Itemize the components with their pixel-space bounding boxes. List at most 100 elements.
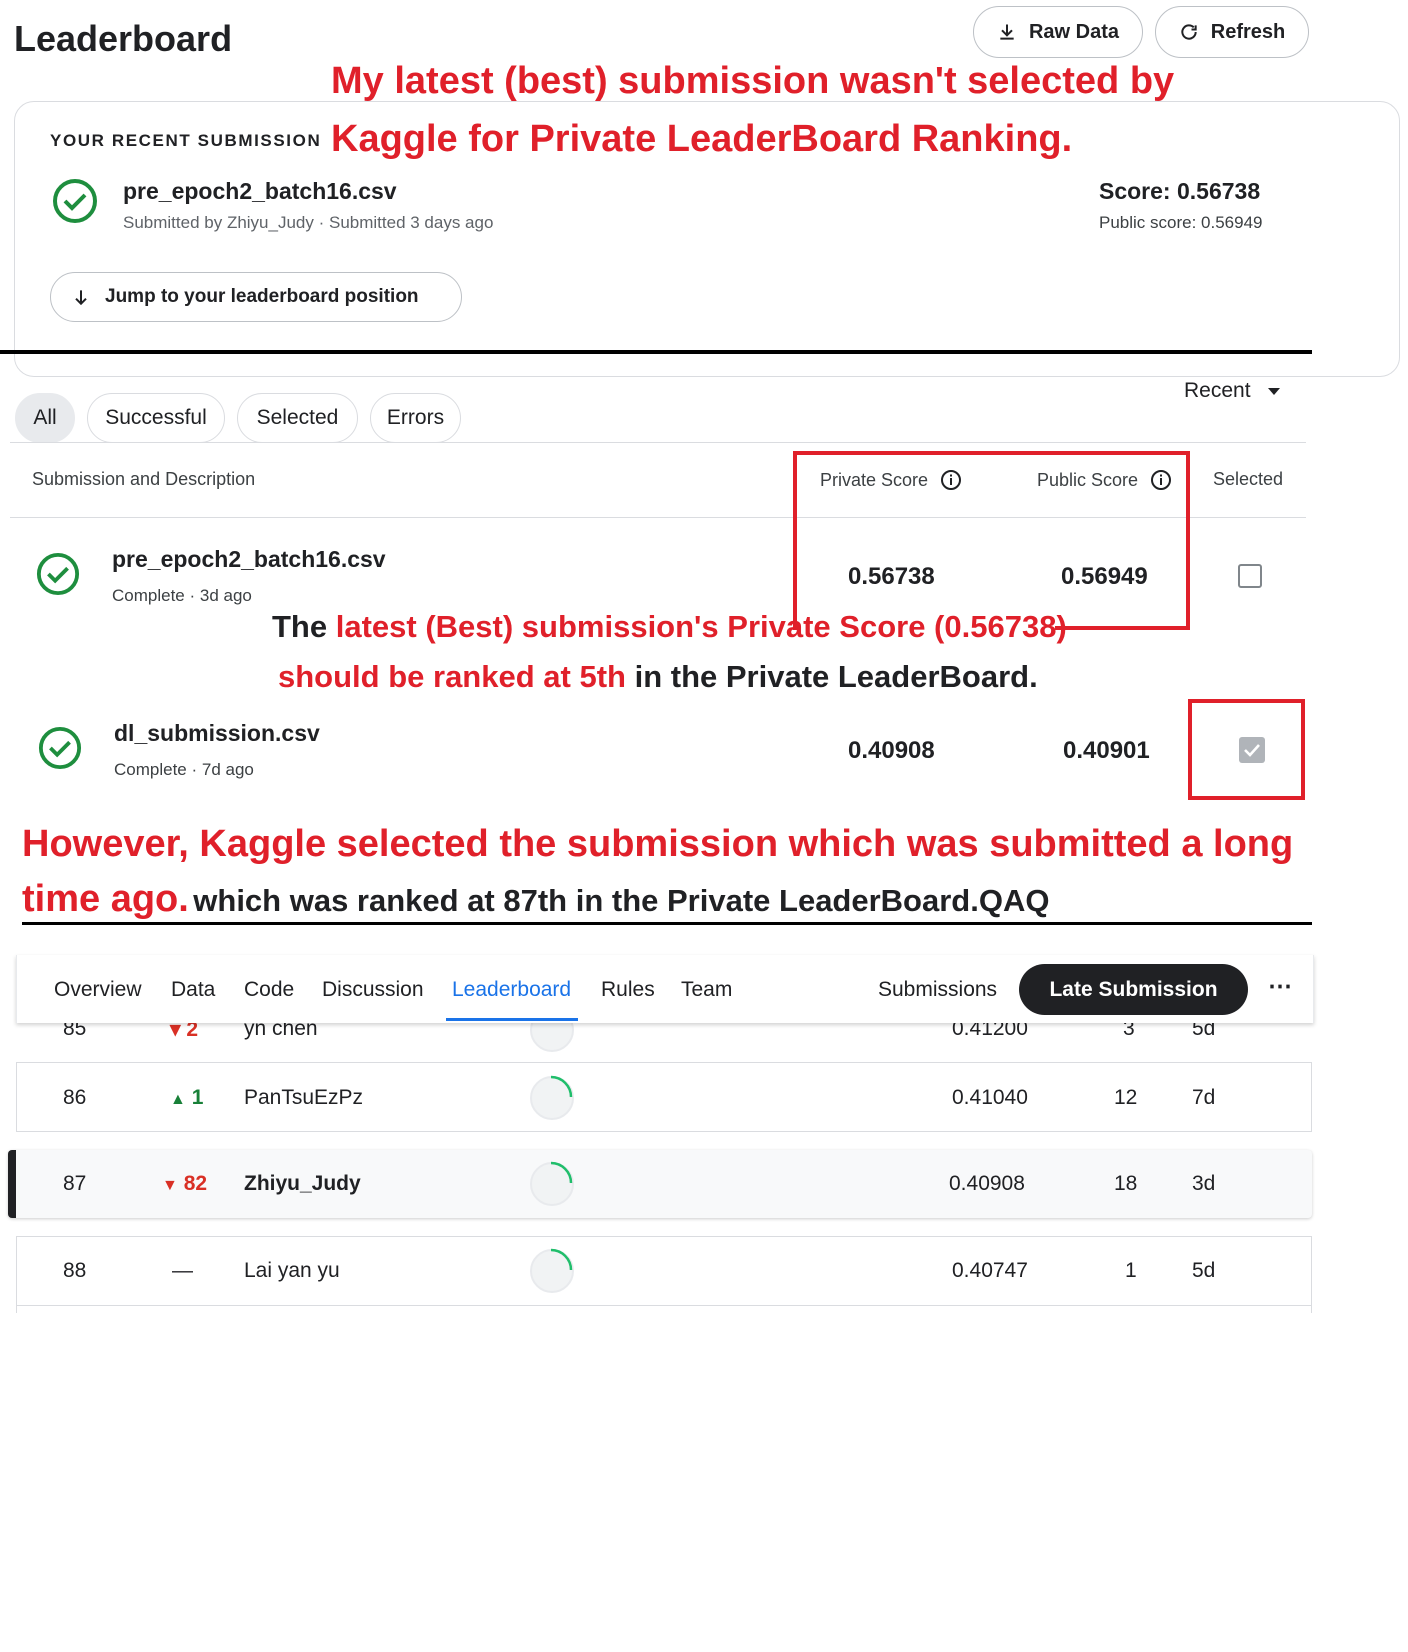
annotation-mid-line1-black: The: [272, 609, 328, 644]
submissions-link[interactable]: Submissions: [878, 978, 997, 1002]
avatar[interactable]: [530, 1161, 574, 1206]
annotation-bottom-line2: time ago. which was ranked at 87th in th…: [22, 878, 1049, 921]
avatar[interactable]: [530, 1075, 574, 1120]
divider-black: [0, 350, 1312, 354]
refresh-button[interactable]: Refresh: [1155, 6, 1309, 58]
recent-filename: pre_epoch2_batch16.csv: [123, 178, 397, 204]
lb-score: 0.41040: [952, 1086, 1028, 1109]
tab-rules[interactable]: Rules: [601, 978, 655, 1002]
chip-all[interactable]: All: [15, 393, 75, 443]
entries: 1: [1125, 1259, 1137, 1282]
table-top-divider: [10, 442, 1306, 443]
raw-data-button[interactable]: Raw Data: [973, 6, 1143, 58]
progress-ring-icon: [550, 1161, 573, 1184]
col-header-submission-label: Submission and Description: [32, 469, 256, 489]
recent-submitted-meta: Submitted by Zhiyu_Judy · Submitted 3 da…: [123, 213, 494, 232]
check-circle-icon: [38, 726, 82, 770]
arrow-down-icon: [75, 290, 87, 306]
annotation-mid-line2-black: in the Private LeaderBoard.: [634, 659, 1038, 694]
annotation-bottom-line2-black: which was ranked at 87th in the Private …: [193, 883, 1050, 918]
annotation-box-scores: [793, 451, 1190, 630]
submission-meta: Complete · 7d ago: [114, 760, 254, 779]
rank: 87: [63, 1172, 87, 1195]
progress-ring-icon: [550, 1075, 573, 1098]
team-name[interactable]: PanTsuEzPz: [244, 1086, 363, 1110]
submission-meta: Complete · 3d ago: [112, 586, 252, 605]
team-name[interactable]: Lai yan yu: [244, 1259, 340, 1283]
last-submitted: 3d: [1192, 1172, 1216, 1195]
rank-change-value: 1: [191, 1086, 204, 1109]
row-divider: [16, 1131, 1312, 1132]
more-icon[interactable]: ⋯: [1268, 972, 1292, 1001]
entries: 18: [1114, 1172, 1138, 1195]
divider-black: [22, 922, 1312, 925]
download-icon: [1000, 24, 1014, 40]
check-circle-icon: [53, 179, 97, 223]
chip-selected[interactable]: Selected: [237, 393, 358, 443]
annotation-top-line1: My latest (best) submission wasn't selec…: [331, 60, 1175, 102]
sort-label: Recent: [1184, 379, 1251, 402]
annotation-box-scores-bottom: [1055, 626, 1190, 630]
chip-successful[interactable]: Successful: [87, 393, 225, 443]
chip-errors[interactable]: Errors: [370, 393, 461, 443]
rank: 86: [63, 1086, 87, 1109]
refresh-icon: [1181, 24, 1197, 40]
last-submitted: 5d: [1192, 1259, 1216, 1282]
public-score: 0.40901: [1063, 737, 1150, 764]
row-divider: [16, 1305, 1312, 1306]
tab-leaderboard[interactable]: Leaderboard: [452, 978, 571, 1002]
annotation-mid-line1: The latest (Best) submission's Private S…: [272, 609, 1067, 645]
sort-dropdown[interactable]: Recent: [1184, 379, 1281, 403]
team-name[interactable]: Zhiyu_Judy: [244, 1172, 361, 1196]
recent-score: Score: 0.56738: [1099, 178, 1261, 204]
table-left-border: [16, 1237, 17, 1313]
entries: 12: [1114, 1086, 1138, 1109]
triangle-down-icon: ▼: [162, 1177, 178, 1194]
tab-active-indicator: [446, 1018, 578, 1021]
col-header-selected: Selected: [1213, 469, 1284, 489]
tab-data[interactable]: Data: [171, 978, 215, 1002]
annotation-box-selected: [1188, 699, 1305, 800]
recent-public-score: Public score: 0.56949: [1099, 213, 1263, 232]
annotation-mid-line1-red: latest (Best) submission's Private Score…: [335, 609, 1067, 644]
annotation-mid-line2-red: should be ranked at 5th: [278, 659, 626, 694]
refresh-label: Refresh: [1210, 20, 1286, 43]
submission-name[interactable]: pre_epoch2_batch16.csv: [112, 546, 386, 573]
late-submission-button[interactable]: Late Submission: [1019, 964, 1248, 1015]
progress-ring-icon: [550, 1248, 573, 1271]
table-right-border: [1311, 1062, 1312, 1132]
rank-change-value: 82: [183, 1172, 208, 1195]
annotation-top-line2: Kaggle for Private LeaderBoard Ranking.: [331, 118, 1073, 160]
tab-overview[interactable]: Overview: [54, 978, 142, 1002]
check-circle-icon: [36, 552, 80, 596]
rank-change: —: [172, 1259, 193, 1282]
rank: 88: [63, 1259, 87, 1282]
annotation-mid-line2: should be ranked at 5th in the Private L…: [278, 659, 1038, 695]
leaderboard-row-highlighted[interactable]: 87 ▼ 82 Zhiyu_Judy 0.40908 18 3d: [8, 1150, 1312, 1218]
tab-code[interactable]: Code: [244, 978, 294, 1002]
submission-name[interactable]: dl_submission.csv: [114, 720, 320, 747]
raw-data-label: Raw Data: [1028, 20, 1120, 43]
caret-down-icon: [1267, 388, 1280, 395]
last-submitted: 7d: [1192, 1086, 1216, 1109]
annotation-bottom-line1: However, Kaggle selected the submission …: [22, 823, 1294, 865]
recent-submission-overline: YOUR RECENT SUBMISSION: [50, 131, 322, 150]
avatar[interactable]: [530, 1248, 574, 1293]
lb-score: 0.40908: [949, 1172, 1025, 1195]
private-score: 0.40908: [848, 737, 935, 764]
jump-to-position-button[interactable]: Jump to your leaderboard position: [50, 272, 462, 322]
leaderboard-row[interactable]: 86 ▲ 1 PanTsuEzPz 0.41040 12 7d: [16, 1062, 1400, 1134]
jump-label: Jump to your leaderboard position: [105, 286, 419, 307]
rank-change: ▼ 82: [162, 1172, 207, 1196]
tab-team[interactable]: Team: [681, 978, 732, 1002]
tab-discussion[interactable]: Discussion: [322, 978, 424, 1002]
page-title: Leaderboard: [14, 18, 233, 59]
annotation-bottom-line2-red: time ago.: [22, 878, 189, 920]
table-right-border: [1311, 1237, 1312, 1313]
rank-change: ▲ 1: [170, 1086, 203, 1110]
leaderboard-row[interactable]: 88 — Lai yan yu 0.40747 1 5d: [16, 1236, 1400, 1306]
lb-score: 0.40747: [952, 1259, 1028, 1282]
selected-checkbox-unchecked[interactable]: [1238, 564, 1262, 588]
triangle-up-icon: ▲: [170, 1091, 186, 1108]
table-left-border: [16, 1062, 17, 1132]
